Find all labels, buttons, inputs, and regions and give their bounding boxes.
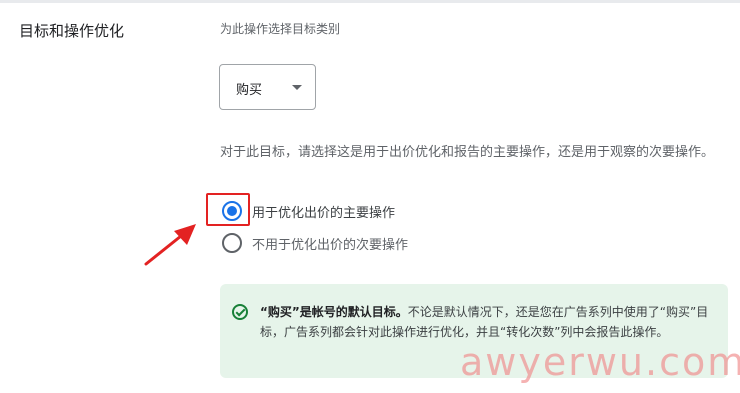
radio-primary-label: 用于优化出价的主要操作	[252, 206, 396, 221]
annotation-arrow-icon	[144, 224, 196, 266]
annotation-highlight-box	[206, 193, 250, 226]
radio-unchecked-icon[interactable]	[222, 233, 242, 253]
watermark: awyerwu.com	[460, 340, 740, 384]
action-type-question: 对于此目标，请选择这是用于出价优化和报告的主要操作，还是用于观察的次要操作。	[220, 145, 715, 160]
check-circle-icon	[232, 304, 248, 320]
top-divider	[0, 0, 740, 3]
category-helper-text: 为此操作选择目标类别	[220, 22, 341, 36]
dropdown-selected-value: 购买	[236, 83, 263, 98]
info-banner-bold: “购买”是帐号的默认目标。	[260, 305, 408, 319]
goal-category-dropdown[interactable]: 购买	[219, 64, 316, 110]
info-banner-text: “购买”是帐号的默认目标。不论是默认情况下，还是您在广告系列中使用了“购买”目标…	[260, 302, 712, 342]
caret-down-icon	[292, 85, 302, 90]
section-title: 目标和操作优化	[19, 22, 125, 40]
radio-secondary-label: 不用于优化出价的次要操作	[252, 238, 409, 253]
